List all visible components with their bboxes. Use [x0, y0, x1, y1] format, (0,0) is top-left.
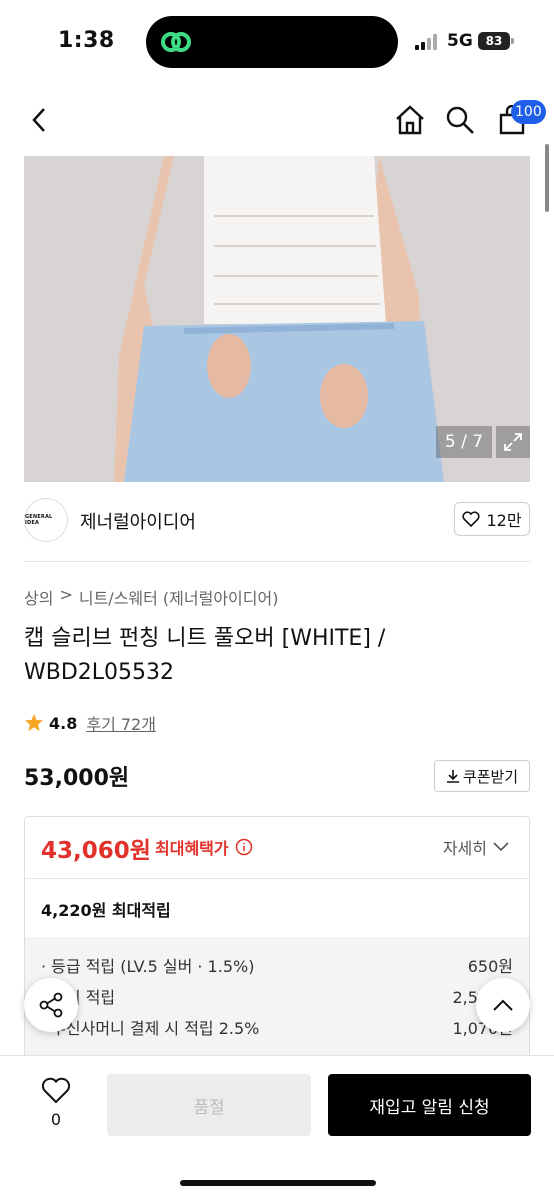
rating-score: 4.8 [49, 713, 78, 733]
points-item: · 등급 적립 (LV.5 실버 · 1.5%) 650원 [25, 953, 529, 984]
app-link-icon [161, 32, 191, 52]
heart-icon [41, 1077, 71, 1104]
review-link[interactable]: 후기 72개 [86, 711, 156, 735]
product-title: 캡 슬리브 펀칭 니트 풀오버 [WHITE] / WBD2L05532 [24, 626, 386, 685]
battery-tip [511, 38, 514, 44]
wishlist-count: 0 [50, 1110, 62, 1129]
max-points-row: 4,220원 최대적립 [25, 879, 529, 937]
brand-like-button[interactable]: 12만 [454, 502, 530, 536]
restock-alert-button[interactable]: 재입고 알림 신청 [328, 1074, 531, 1136]
search-icon [446, 106, 474, 134]
breadcrumb-level2[interactable]: 니트/스웨터 (제너럴아이디어) [79, 585, 279, 609]
brand-row[interactable]: GENERAL IDEA 제너럴아이디어 12만 [24, 496, 530, 548]
brand-name[interactable]: 제너럴아이디어 [80, 508, 196, 534]
battery-icon: 83 [478, 32, 510, 50]
sale-price: 43,060원 [41, 838, 151, 864]
status-bar: 1:38 5G 83 [0, 0, 554, 84]
chevron-left-icon [32, 108, 45, 132]
star-icon [25, 714, 43, 731]
points-item: · 무신사머니 결제 시 적립 2.5% 1,070원 [25, 1015, 529, 1046]
breadcrumb-separator: > [59, 585, 73, 604]
home-icon [396, 105, 424, 135]
network-type: 5G [447, 31, 473, 51]
home-button[interactable] [390, 100, 430, 140]
points-item-value: 650원 [467, 957, 513, 976]
product-image[interactable]: 5 / 7 [24, 156, 530, 482]
max-points: 4,220원 최대적립 [41, 901, 171, 920]
share-icon [39, 992, 63, 1018]
breadcrumb: 상의 > 니트/스웨터 (제너럴아이디어) [24, 585, 278, 609]
benefit-box: 43,060원 최대혜택가 자세히 4,220원 최대적립 · 등급 적립 (L… [24, 816, 530, 1076]
breadcrumb-level1[interactable]: 상의 [24, 585, 53, 609]
download-icon [446, 770, 459, 783]
expand-icon [504, 433, 522, 451]
signal-icon [415, 34, 441, 50]
info-icon[interactable] [235, 838, 253, 856]
coupon-button[interactable]: 쿠폰받기 [434, 760, 530, 792]
detail-label: 자세히 [442, 839, 487, 858]
bottom-action-bar: 0 품절 재입고 알림 신청 [0, 1055, 554, 1200]
coupon-label: 쿠폰받기 [462, 767, 519, 786]
detail-toggle[interactable]: 자세히 [443, 835, 509, 859]
chevron-down-icon [493, 842, 509, 852]
home-indicator [180, 1180, 376, 1186]
scroll-indicator[interactable] [545, 144, 549, 212]
wishlist-button[interactable]: 0 [36, 1076, 76, 1129]
share-button[interactable] [24, 978, 78, 1032]
search-button[interactable] [440, 100, 480, 140]
rating-row: 4.8 후기 72개 [24, 711, 156, 735]
back-button[interactable] [20, 100, 60, 140]
points-item-label: · 등급 적립 (LV.5 실버 · 1.5%) [41, 957, 255, 976]
image-counter: 5 / 7 [436, 426, 492, 458]
dynamic-island [146, 16, 398, 68]
divider [24, 561, 530, 562]
brand-logo[interactable]: GENERAL IDEA [24, 498, 68, 542]
cart-count-badge: 100 [511, 100, 546, 124]
chevron-up-icon [493, 999, 513, 1011]
product-price: 53,000원 [24, 766, 130, 791]
top-nav [0, 86, 554, 154]
sale-label: 최대혜택가 [155, 839, 229, 858]
sale-label-row: 최대혜택가 [155, 835, 253, 859]
points-item: · 후기 적립 2,500원 [25, 984, 529, 1015]
status-time: 1:38 [58, 28, 115, 53]
brand-like-count: 12만 [486, 511, 522, 530]
heart-icon [462, 511, 480, 527]
scroll-top-button[interactable] [476, 978, 530, 1032]
benefit-header: 43,060원 최대혜택가 자세히 [25, 817, 529, 879]
soldout-button: 품절 [107, 1074, 311, 1136]
expand-button[interactable] [496, 426, 530, 458]
